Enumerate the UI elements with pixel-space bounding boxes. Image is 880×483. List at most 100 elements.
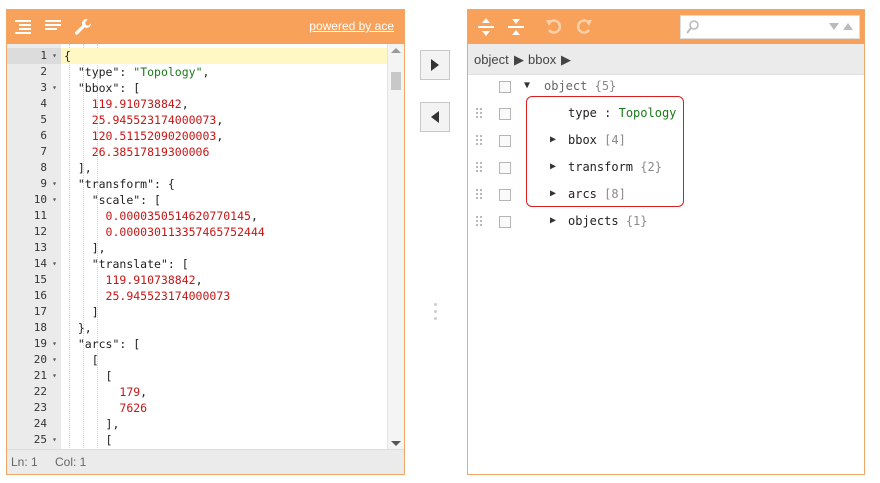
line-number: 2 — [40, 65, 47, 78]
line-number: 15 — [33, 273, 47, 286]
expand-all-icon[interactable] — [476, 17, 496, 37]
fold-arrow-icon[interactable]: ▾ — [52, 336, 57, 352]
undo-icon[interactable] — [544, 17, 564, 37]
collapse-triangle-icon[interactable]: ▼ — [524, 80, 530, 91]
tree-node-objects[interactable]: ▶ objects {1} — [468, 209, 864, 236]
code-line[interactable]: }, — [61, 320, 388, 336]
code-line[interactable]: 120.51152090200003, — [61, 128, 388, 144]
code-area[interactable]: { "type": "Topology", "bbox": [ 119.9107… — [61, 44, 388, 450]
line-number: 10 ▾ — [33, 192, 57, 208]
child-count: {1} — [625, 214, 648, 228]
line-number: 7 — [40, 145, 47, 158]
code-editor[interactable]: 1 ▾ 2 3 ▾ 4 5 6 7 8 9 ▾ 10 ▾ 11 12 13 14 ▾ 15 16 17 18 19 ▾ 20 ▾ 21… — [7, 44, 404, 450]
line-number: 4 — [40, 97, 47, 110]
code-token: "scale" — [91, 193, 141, 207]
context-menu-button[interactable] — [499, 189, 511, 201]
fold-arrow-icon[interactable]: ▾ — [52, 352, 57, 368]
drag-handle-icon[interactable] — [476, 108, 484, 121]
fold-arrow-icon[interactable]: ▾ — [52, 368, 57, 384]
line-number: 22 — [33, 385, 47, 398]
code-line[interactable]: ] — [61, 304, 388, 320]
code-line[interactable]: 25.945523174000073 — [61, 288, 388, 304]
code-line[interactable]: 119.910738842, — [61, 96, 388, 112]
code-line[interactable]: "scale": [ — [61, 192, 388, 208]
context-menu-button[interactable] — [499, 162, 511, 174]
context-menu-button[interactable] — [499, 216, 511, 228]
editor-scrollbar[interactable] — [387, 44, 404, 450]
code-line[interactable]: 119.910738842, — [61, 272, 388, 288]
code-line[interactable]: 179, — [61, 384, 388, 400]
code-token: , — [216, 129, 224, 143]
search-nav-icon — [829, 23, 853, 30]
scroll-thumb[interactable] — [391, 72, 401, 90]
breadcrumb-bbox[interactable]: bbox — [528, 52, 556, 67]
code-token: : [ — [140, 193, 161, 207]
code-line[interactable]: 0.0000350514620770145, — [61, 208, 388, 224]
copy-to-left-button[interactable] — [420, 102, 450, 132]
code-line[interactable]: 25.945523174000073, — [61, 112, 388, 128]
code-line[interactable]: "transform": { — [61, 176, 388, 192]
code-line[interactable]: ], — [61, 416, 388, 432]
fold-arrow-icon[interactable]: ▾ — [52, 176, 57, 192]
field-name[interactable]: objects {1} — [568, 214, 648, 228]
fold-arrow-icon[interactable]: ▾ — [52, 432, 57, 448]
line-number: 6 — [40, 129, 47, 142]
code-token: 26.38517819300006 — [91, 145, 210, 159]
scroll-up-arrow[interactable] — [391, 48, 401, 53]
expand-triangle-icon[interactable]: ▶ — [550, 215, 556, 226]
fold-arrow-icon[interactable]: ▾ — [52, 192, 57, 208]
breadcrumb-object[interactable]: object — [474, 52, 509, 67]
line-number: 8 — [40, 161, 47, 174]
code-line[interactable]: ], — [61, 160, 388, 176]
code-line[interactable]: [ — [61, 368, 388, 384]
line-number: 9 ▾ — [40, 176, 57, 192]
code-line[interactable]: 0.000030113357465752444 — [61, 224, 388, 240]
wrench-icon[interactable] — [73, 17, 93, 37]
line-number: 11 — [33, 209, 47, 222]
drag-handle-icon[interactable] — [476, 162, 484, 175]
drag-handle-icon[interactable] — [476, 189, 484, 202]
drag-handle-icon[interactable] — [476, 135, 484, 148]
code-token: 119.910738842 — [105, 273, 196, 287]
fold-arrow-icon[interactable]: ▾ — [52, 48, 57, 64]
code-token: ], — [64, 241, 106, 255]
collapse-all-icon[interactable] — [506, 17, 526, 37]
code-token: "transform" — [77, 177, 155, 191]
line-number-gutter: 1 ▾ 2 3 ▾ 4 5 6 7 8 9 ▾ 10 ▾ 11 12 13 14 ▾ 15 16 17 18 19 ▾ 20 ▾ 21… — [7, 44, 61, 450]
line-number: 1 ▾ — [7, 48, 61, 64]
code-token: }, — [64, 321, 92, 335]
code-line[interactable]: "translate": [ — [61, 256, 388, 272]
compact-icon[interactable] — [43, 17, 63, 37]
code-line[interactable]: 7626 — [61, 400, 388, 416]
scroll-down-arrow[interactable] — [391, 441, 401, 446]
format-icon[interactable] — [13, 17, 33, 37]
code-line[interactable]: { — [61, 48, 388, 64]
code-line[interactable]: ], — [61, 240, 388, 256]
line-number: 24 — [33, 417, 47, 430]
code-line[interactable]: "arcs": [ — [61, 336, 388, 352]
code-line[interactable]: 26.38517819300006 — [61, 144, 388, 160]
code-line[interactable]: "type": "Topology", — [61, 64, 388, 80]
redo-icon[interactable] — [574, 17, 594, 37]
context-menu-button[interactable] — [499, 81, 511, 93]
code-line[interactable]: [ — [61, 352, 388, 368]
code-line[interactable]: [ — [61, 432, 388, 448]
search-input[interactable] — [680, 15, 860, 39]
fold-arrow-icon[interactable]: ▾ — [52, 80, 57, 96]
copy-to-right-button[interactable] — [420, 50, 450, 80]
line-number: 3 ▾ — [40, 80, 57, 96]
code-token: ] — [64, 305, 99, 319]
line-number: 19 ▾ — [33, 336, 57, 352]
powered-by-ace-link[interactable]: powered by ace — [309, 19, 394, 33]
code-token: { — [64, 49, 71, 63]
context-menu-button[interactable] — [499, 135, 511, 147]
context-menu-button[interactable] — [499, 108, 511, 120]
code-line[interactable]: "bbox": [ — [61, 80, 388, 96]
line-number: 14 ▾ — [33, 256, 57, 272]
drag-handle-icon[interactable] — [476, 216, 484, 229]
splitter-handle[interactable] — [434, 303, 437, 324]
fold-arrow-icon[interactable]: ▾ — [52, 256, 57, 272]
